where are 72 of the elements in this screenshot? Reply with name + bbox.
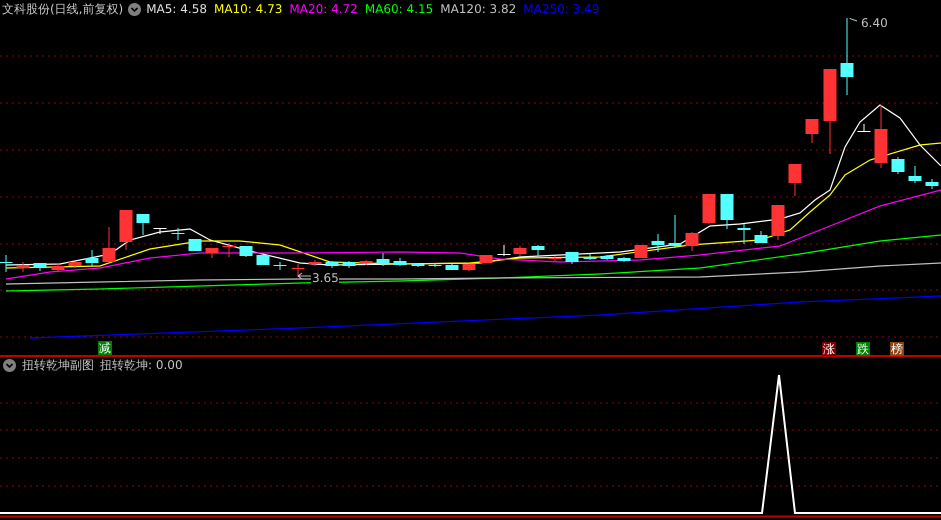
candlestick [652,234,664,252]
candlestick [618,256,630,262]
signal-badge: 涨 [822,342,836,356]
indicator-value: MA250: 3.49 [523,2,600,16]
candlestick [394,258,406,266]
candlestick [462,264,476,272]
high-leader-line [848,18,858,22]
candlestick [498,244,510,256]
dropdown-icon[interactable] [3,359,16,372]
candlestick [428,262,442,268]
candlestick [188,238,202,252]
candlestick [222,242,236,258]
stock-title: 文科股份(日线,前复权) [2,0,124,18]
candlestick [686,232,698,252]
candlestick [16,262,30,272]
candlestick [376,252,390,266]
candlestick [446,264,458,270]
candlestick [772,204,784,240]
dropdown-icon[interactable] [128,2,142,16]
candlestick [274,262,286,270]
candlestick [566,252,578,264]
candlestick [926,178,938,190]
candlestick [154,228,166,234]
candlestick [874,104,888,168]
candlestick [172,228,184,240]
candlestick [600,254,614,260]
candlestick [892,156,904,174]
candlestick [412,262,424,268]
candlestick [0,254,12,272]
indicator-value: MA20: 4.72 [289,2,358,16]
candlestick [514,246,526,256]
indicator-value: MA60: 4.15 [364,2,434,16]
candlestick [308,260,322,266]
candlestick [86,250,98,266]
signal-badge: 减 [98,341,112,355]
candlestick [206,248,218,258]
low-arrow-icon [298,272,312,280]
candlestick [68,262,82,268]
indicator-value: 扭转乾坤: 0.00 [100,357,183,374]
candlestick [120,210,132,250]
signal-badge: 榜 [890,342,904,356]
candlestick [806,118,818,144]
indicator-value: MA10: 4.73 [214,2,282,16]
candlestick [480,254,492,264]
candlestick [532,244,544,256]
indicator-value: MA5: 4.58 [146,2,207,16]
candlestick [738,224,750,244]
candlestick [634,244,648,258]
candlestick [102,226,116,264]
candlestick [702,194,716,224]
candlestick [584,254,596,260]
candlestick [754,230,768,244]
candlestick [548,256,562,262]
signal-badge: 跌 [856,342,870,356]
candlestick [256,254,270,266]
candlestick [360,260,372,266]
candlestick [34,262,46,272]
candlestick [788,164,802,196]
candlestick [858,124,870,132]
candlestick [668,214,682,248]
panel-title: 扭转乾坤副图 [22,357,94,374]
candlestick [292,264,304,278]
candlestick [326,260,338,268]
candlestick [342,260,356,268]
candlestick [908,166,922,184]
candlestick [52,264,64,272]
low-price-label: 3.65 [312,271,339,285]
indicator-value: MA120: 3.82 [440,2,516,16]
candlestick [136,214,150,236]
candlestick [720,194,734,230]
high-price-label: 6.40 [861,18,888,30]
candlestick [240,246,252,258]
